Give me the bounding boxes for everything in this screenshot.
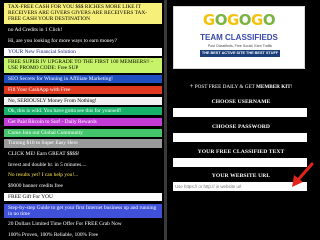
ad-link[interactable]: no Ad Credits in 1 Click! [4, 26, 162, 35]
ad-link[interactable]: Step-by-step Guide to get your first Int… [4, 203, 162, 218]
password-label: CHOOSE PASSWORD [211, 124, 271, 130]
ad-link[interactable]: $9000 banner credits free [4, 182, 162, 191]
ad-link[interactable]: Ok, this is wild. You have gotta see thi… [4, 107, 162, 116]
ad-link[interactable]: No, SERIOUSLY Money From Nothing! [4, 96, 162, 105]
ad-link[interactable]: Come Join our Global Community [4, 128, 162, 137]
ad-link[interactable]: Fill Your CashApp with Free [4, 85, 162, 95]
ad-link[interactable]: Invest and double hr. in 5 minutes.... [4, 160, 162, 169]
ad-link[interactable]: Turning $10 to Super Easy Here [4, 139, 162, 148]
logo-tag: THE BEST ACTIVE SITE THE BEST STUFF [200, 50, 280, 57]
ad-link[interactable]: 20 Dollars Limited Time Offer For FREE G… [4, 220, 162, 229]
logo-wordmark: GOGOGO [202, 11, 276, 29]
ad-link[interactable]: TAX-FREE CASH FOR YOU $$$ RICHES MORE LI… [4, 3, 162, 24]
tagline: + POST FREE DAILY & GET MEMBER KIT! [189, 82, 293, 90]
logo-categories: Post Classifieds, Free Social, Earn Traf… [207, 44, 273, 48]
tagline-bold: MEMBER KIT [256, 84, 291, 90]
ad-link[interactable]: 100% Proven, 100% Reliable, 100% Free [4, 231, 162, 240]
username-label: CHOOSE USERNAME [211, 99, 271, 105]
url-input[interactable] [173, 182, 307, 191]
ad-link[interactable]: Get Paid Bitcoin to Surf - Daily Rewards [4, 117, 162, 127]
red-arrow-icon [292, 162, 314, 187]
ad-link[interactable]: CLICK ME! Earn GREAT $$$$! [4, 150, 162, 159]
ad-link[interactable]: No results yet? I can help you!... [4, 171, 162, 180]
plus-icon: + [189, 82, 194, 90]
ad-link[interactable]: YOUR New Financial Solution [4, 47, 162, 56]
classified-label: YOUR FREE CLASSIFIED TEXT [197, 149, 285, 155]
logo-team-text: TEAM CLASSIFIEDS [200, 33, 278, 42]
ad-list: TAX-FREE CASH FOR YOU $$$ RICHES MORE LI… [0, 0, 167, 240]
ad-link[interactable]: FREE SUPER IV UPGRADE TO THE FIRST 100 M… [4, 58, 162, 73]
signup-panel: GOGOGO TEAM CLASSIFIEDS Post Classifieds… [167, 0, 320, 240]
password-input[interactable] [173, 133, 307, 142]
classified-input[interactable] [173, 158, 307, 167]
tagline-text: POST FREE DAILY & GET [194, 84, 255, 90]
username-input[interactable] [173, 108, 307, 117]
gogogo-logo[interactable]: GOGOGO TEAM CLASSIFIEDS Post Classifieds… [173, 6, 305, 69]
ad-link[interactable]: SEO Secrets for Winning in Affiliate Mar… [4, 75, 162, 84]
ad-link[interactable]: Hi, are you looking for more ways to ear… [4, 36, 162, 46]
ad-link[interactable]: FREE Gift For YOU [4, 192, 162, 202]
